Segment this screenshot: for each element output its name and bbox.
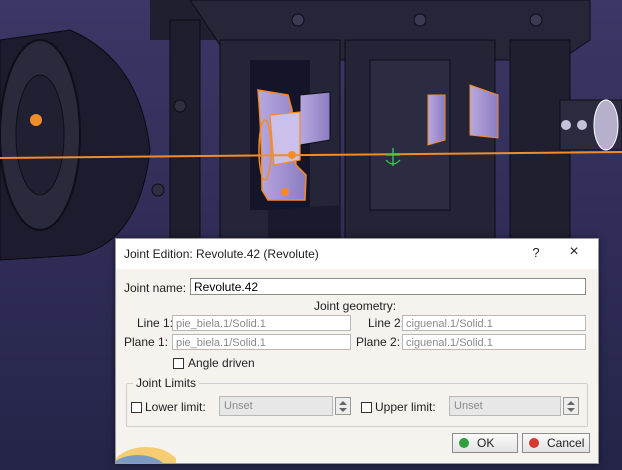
line1-label: Line 1: bbox=[137, 316, 174, 330]
joint-name-input[interactable]: Revolute.42 bbox=[190, 278, 586, 295]
plane1-label: Plane 1: bbox=[124, 335, 169, 349]
plane2-label: Plane 2: bbox=[356, 335, 401, 349]
joint-name-label: Joint name: bbox=[124, 281, 187, 295]
angle-driven-label: Angle driven bbox=[188, 356, 255, 370]
lower-limit-field[interactable]: Unset bbox=[219, 396, 333, 416]
angle-driven-checkbox[interactable] bbox=[173, 358, 184, 369]
cancel-button[interactable]: Cancel bbox=[522, 433, 590, 453]
upper-limit-spinner[interactable] bbox=[563, 397, 579, 415]
line2-field[interactable]: ciguenal.1/Solid.1 bbox=[402, 315, 586, 331]
upper-limit-field[interactable]: Unset bbox=[449, 396, 561, 416]
dialog-title: Joint Edition: Revolute.42 (Revolute) bbox=[124, 247, 319, 261]
upper-limit-label: Upper limit: bbox=[375, 400, 436, 414]
line1-field[interactable]: pie_biela.1/Solid.1 bbox=[172, 315, 351, 331]
plane1-field[interactable]: pie_biela.1/Solid.1 bbox=[172, 334, 351, 350]
ok-icon bbox=[459, 438, 469, 448]
cancel-button-label: Cancel bbox=[547, 436, 585, 450]
line2-label: Line 2: bbox=[368, 316, 405, 330]
close-button[interactable]: × bbox=[562, 243, 586, 263]
joint-geometry-heading: Joint geometry: bbox=[314, 299, 397, 313]
plane2-field[interactable]: ciguenal.1/Solid.1 bbox=[402, 334, 586, 350]
cancel-icon bbox=[529, 438, 539, 448]
joint-edition-dialog: Joint Edition: Revolute.42 (Revolute) ? … bbox=[115, 238, 599, 464]
joint-limits-group: Joint Limits Lower limit: Unset Upper li… bbox=[126, 376, 588, 427]
lower-limit-label: Lower limit: bbox=[145, 400, 206, 414]
ok-button-label: OK bbox=[477, 436, 495, 450]
ok-button[interactable]: OK bbox=[452, 433, 518, 453]
dialog-titlebar[interactable]: Joint Edition: Revolute.42 (Revolute) ? … bbox=[116, 239, 598, 269]
help-button[interactable]: ? bbox=[526, 245, 546, 263]
joint-limits-legend: Joint Limits bbox=[133, 376, 200, 390]
lower-limit-checkbox[interactable] bbox=[131, 402, 142, 413]
lower-limit-spinner[interactable] bbox=[335, 397, 351, 415]
upper-limit-checkbox[interactable] bbox=[361, 402, 372, 413]
app-logo-swoosh bbox=[116, 429, 176, 463]
